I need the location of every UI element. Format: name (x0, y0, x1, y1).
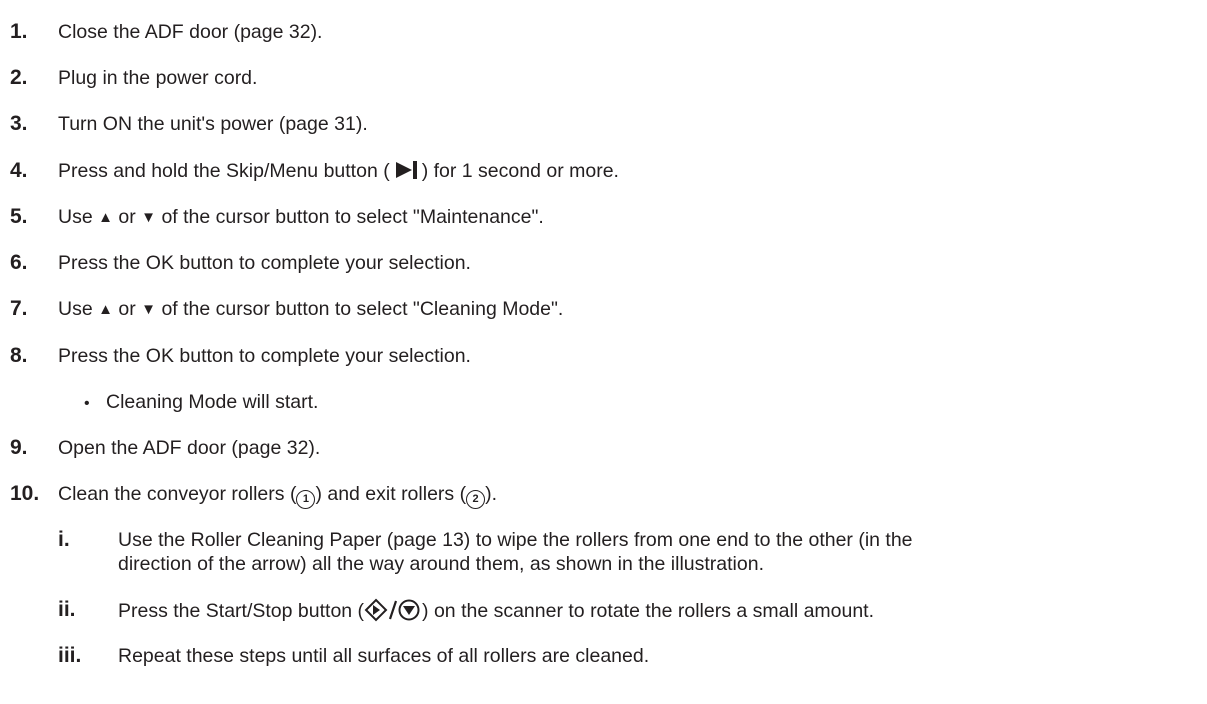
step-number: 8. (10, 344, 28, 367)
step-text: Press the OK button to complete your sel… (58, 252, 471, 274)
note-text: Cleaning Mode will start. (106, 391, 319, 413)
step-text-part: of the cursor button to select "Cleaning… (161, 298, 564, 320)
substep-number: ii. (58, 598, 76, 621)
step-text-before: Press and hold the Skip/Menu button ( (58, 160, 390, 182)
step-number: 4. (10, 159, 28, 182)
step-2: 2. Plug in the power cord. (10, 66, 257, 90)
substep-line: Use the Roller Cleaning Paper (page 13) … (118, 529, 913, 551)
cursor-down-icon: ▼ (141, 301, 157, 318)
step-text-part: Clean the conveyor rollers ( (58, 483, 297, 505)
circled-number-1: 1 (296, 490, 316, 509)
step-5: 5. Use ▲ or ▼ of the cursor button to sel… (10, 205, 544, 230)
step-text-part: ) and exit rollers ( (315, 483, 467, 505)
step-number: 3. (10, 112, 28, 135)
step-8-note: • Cleaning Mode will start. (84, 390, 318, 416)
step-text: Turn ON the unit's power (page 31). (58, 113, 368, 135)
step-text: Plug in the power cord. (58, 67, 258, 89)
step-number: 7. (10, 297, 28, 320)
substep-text: Use the Roller Cleaning Paper (page 13) … (118, 528, 1207, 576)
step-10: 10. Clean the conveyor rollers (1) and ex… (10, 482, 497, 509)
step-number: 10. (10, 482, 40, 505)
step-9: 9. Open the ADF door (page 32). (10, 436, 320, 460)
cursor-up-icon: ▲ (98, 209, 113, 226)
cursor-up-icon: ▲ (98, 301, 113, 318)
substep-line: direction of the arrow) all the way arou… (118, 553, 764, 575)
step-7: 7. Use ▲ or ▼ of the cursor button to sel… (10, 297, 563, 322)
step-number: 5. (10, 205, 28, 228)
substep-text-after: ) on the scanner to rotate the rollers a… (422, 600, 875, 622)
start-stop-icon (364, 598, 420, 622)
step-text: Close the ADF door (page 32). (58, 21, 323, 43)
step-text: Open the ADF door (page 32). (58, 437, 321, 459)
step-text-part: Use (58, 298, 93, 320)
step-4: 4. Press and hold the Skip/Menu button ()… (10, 159, 619, 183)
substep-text: Press the Start/Stop button ( ) on the s… (118, 598, 1207, 623)
step-1: 1. Close the ADF door (page 32). (10, 20, 322, 44)
substep-line: Repeat these steps until all surfaces of… (118, 645, 650, 667)
step-text: Press the OK button to complete your sel… (58, 345, 471, 367)
step-text-part: or (118, 298, 136, 320)
step-text-part: or (118, 206, 136, 228)
step-text-part: Use (58, 206, 93, 228)
step-text-part: of the cursor button to select "Maintena… (161, 206, 544, 228)
substep-number: iii. (58, 644, 82, 667)
step-number: 2. (10, 66, 28, 89)
step-number: 6. (10, 251, 28, 274)
substep-text-before: Press the Start/Stop button ( (118, 600, 365, 622)
skip-menu-icon (395, 161, 417, 179)
substep-text: Repeat these steps until all surfaces of… (118, 644, 1207, 668)
step-3: 3. Turn ON the unit's power (page 31). (10, 112, 368, 136)
step-6: 6. Press the OK button to complete your s… (10, 251, 471, 275)
bullet-icon: • (84, 395, 90, 412)
step-number: 9. (10, 436, 28, 459)
step-number: 1. (10, 20, 28, 43)
circled-number-2: 2 (466, 490, 486, 509)
substep-number: i. (58, 528, 70, 551)
cursor-down-icon: ▼ (141, 209, 157, 226)
step-8: 8. Press the OK button to complete your s… (10, 344, 471, 368)
step-text-part: ). (485, 483, 497, 505)
step-text-after: ) for 1 second or more. (421, 160, 619, 182)
